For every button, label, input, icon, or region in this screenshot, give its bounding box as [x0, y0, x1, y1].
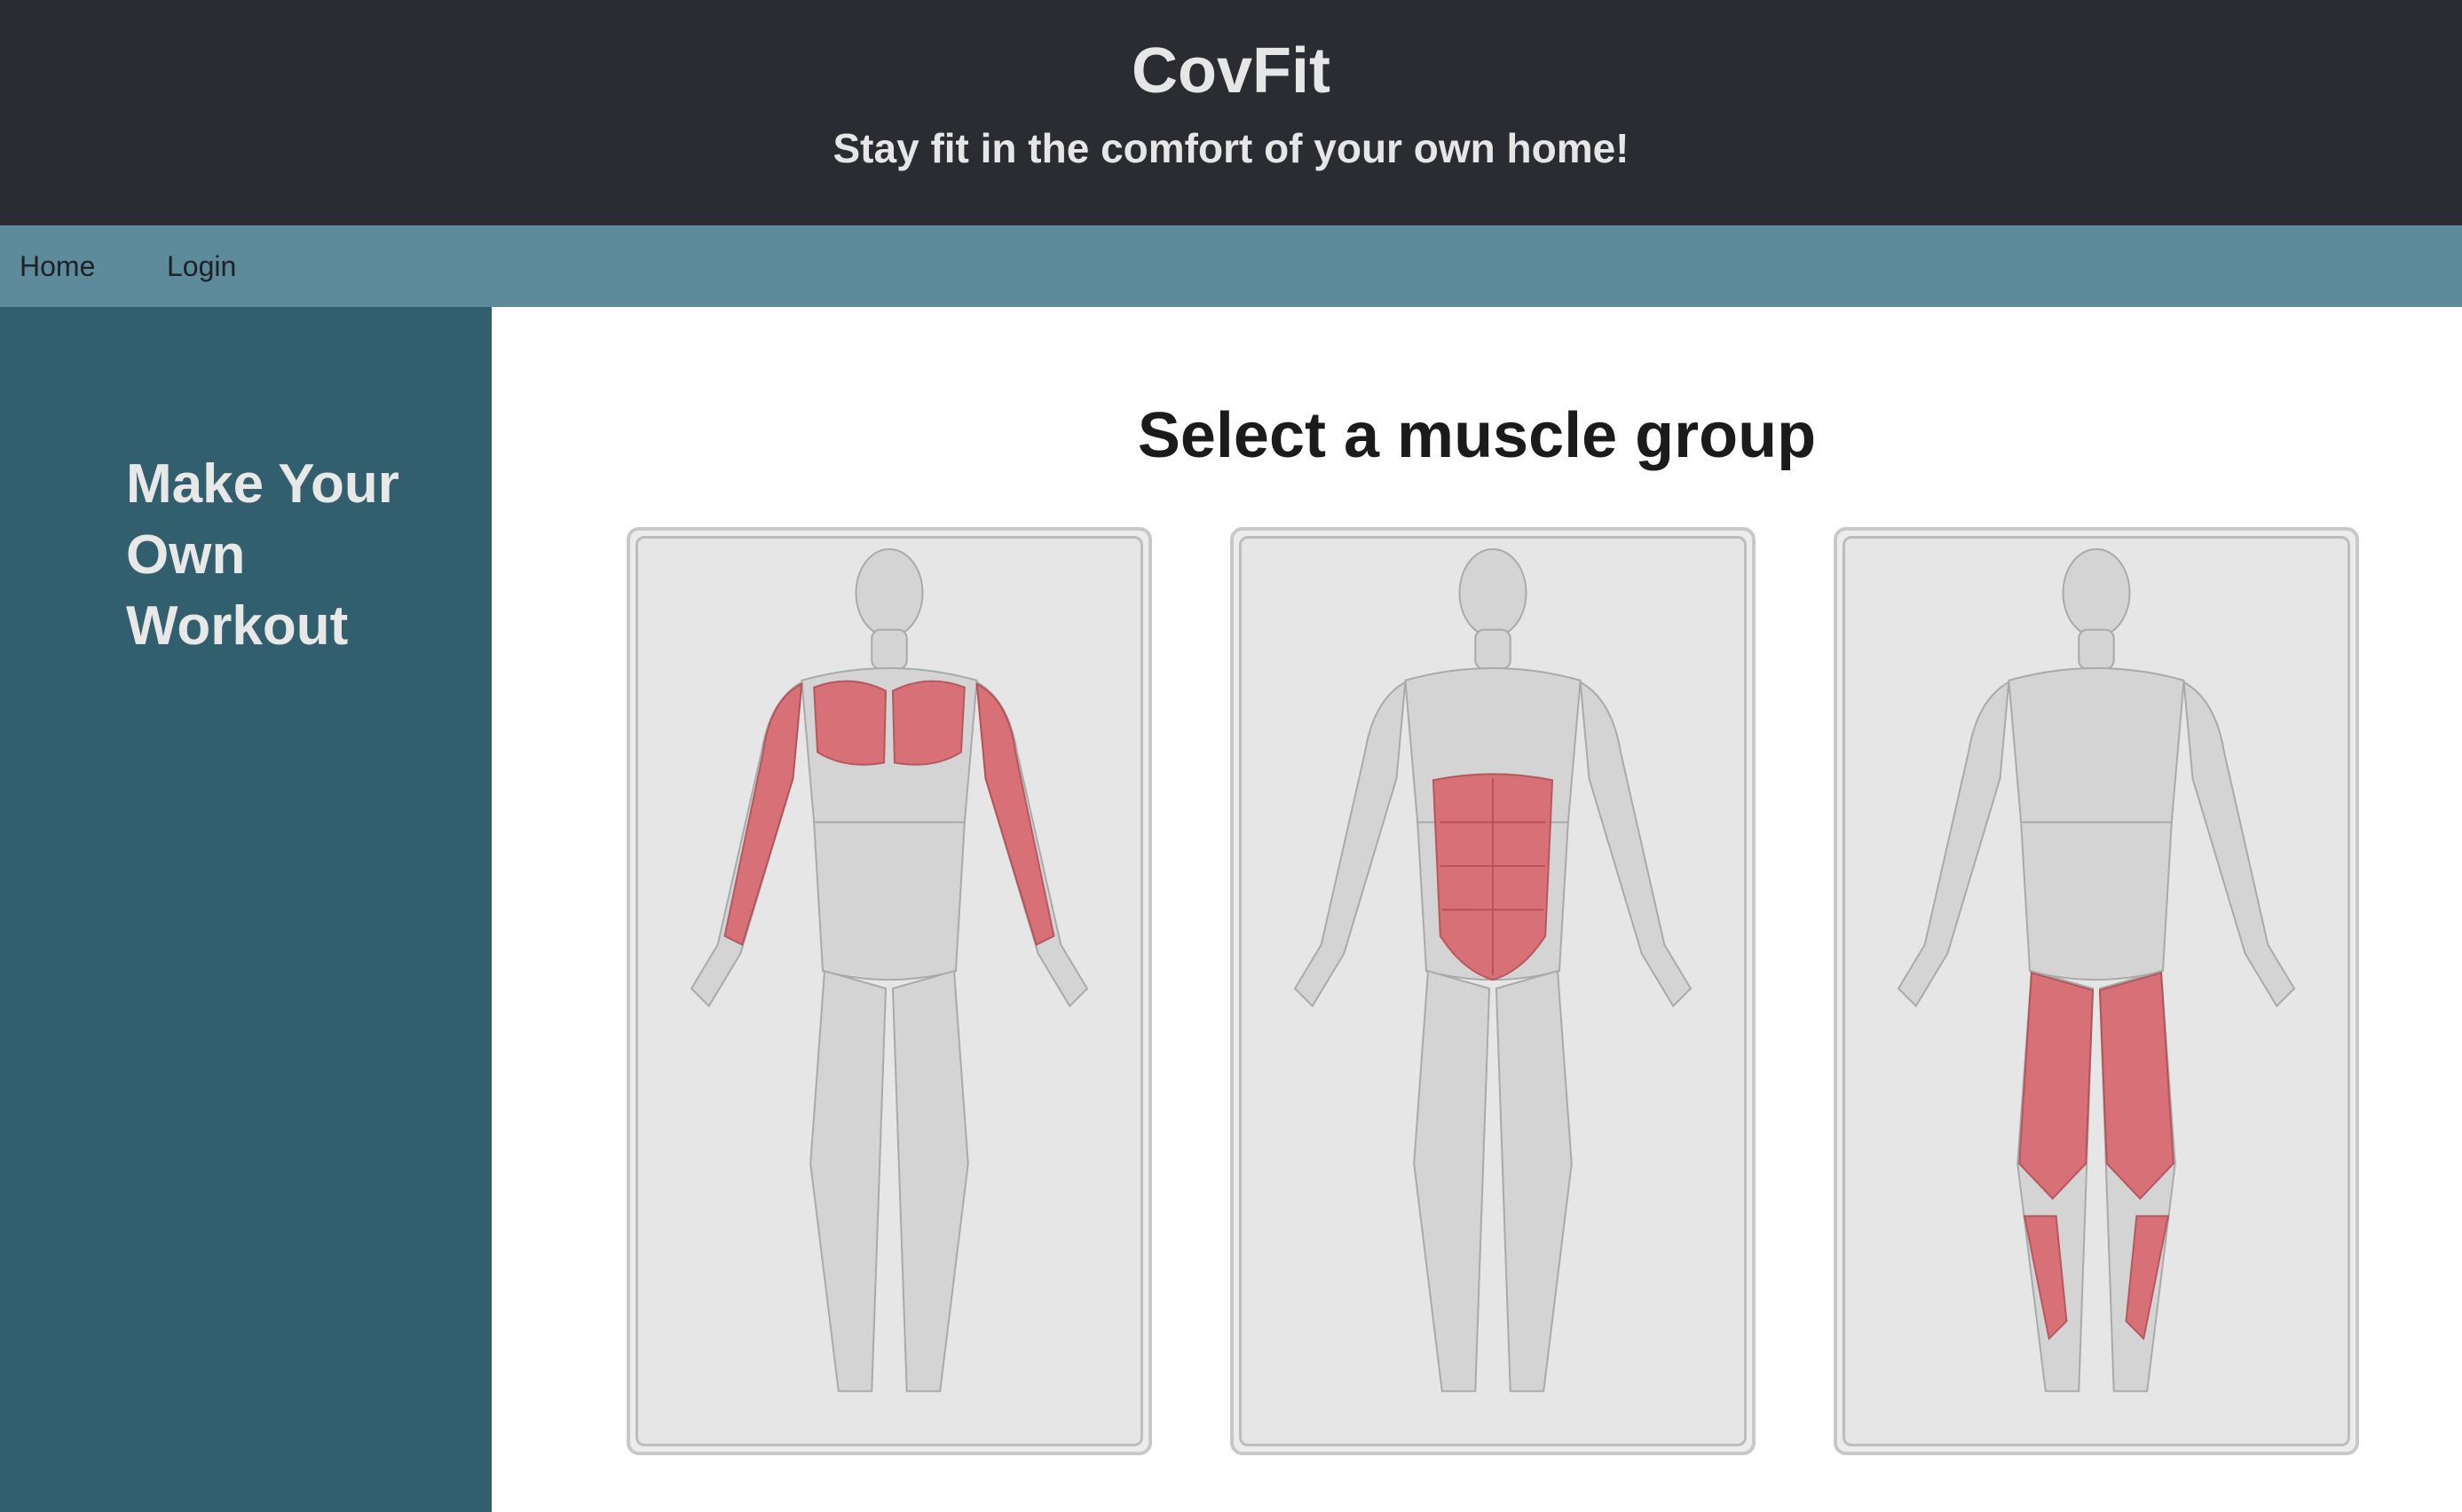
nav-home-link[interactable]: Home — [20, 225, 95, 307]
section-title: Select a muscle group — [1137, 400, 1817, 471]
anatomy-figure-abs — [1293, 547, 1693, 1392]
anatomy-figure-legs — [1897, 547, 2296, 1392]
muscle-card-legs[interactable] — [1834, 527, 2359, 1455]
app-title: CovFit — [1132, 35, 1330, 106]
tagline: Stay fit in the comfort of your own home… — [833, 125, 1629, 171]
nav-bar: Home Login — [0, 225, 2462, 307]
nav-login-link[interactable]: Login — [167, 225, 236, 307]
muscle-card-upper-body[interactable] — [627, 527, 1152, 1455]
anatomy-figure-upper-body — [690, 547, 1089, 1392]
site-header: CovFit Stay fit in the comfort of your o… — [0, 0, 2462, 225]
sidebar: Make Your Own Workout — [0, 307, 492, 1512]
main-content: Select a muscle group — [492, 307, 2462, 1512]
sidebar-heading: Make Your Own Workout — [126, 453, 399, 657]
muscle-card-abs[interactable] — [1230, 527, 1756, 1455]
